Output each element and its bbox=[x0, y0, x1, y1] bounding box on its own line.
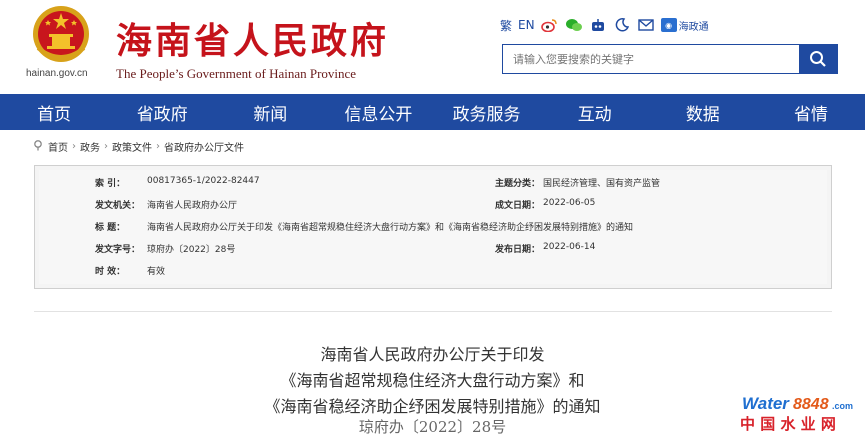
site-domain: hainan.gov.cn bbox=[26, 68, 88, 79]
watermark-brand-a: Water bbox=[742, 394, 790, 413]
hzt-icon: ◉ bbox=[660, 18, 677, 32]
breadcrumb-separator: › bbox=[104, 140, 108, 152]
site-logo-subtitle: The People’s Government of Hainan Provin… bbox=[116, 66, 357, 81]
moon-icon[interactable] bbox=[613, 16, 631, 34]
nav-item-services[interactable]: 政务服务 bbox=[433, 94, 541, 130]
article-title-line-1: 海南省人民政府办公厅关于印发 bbox=[320, 345, 545, 364]
breadcrumb-policy-docs[interactable]: 政策文件 bbox=[112, 139, 152, 154]
content-divider bbox=[34, 311, 832, 312]
watermark-brand-c: .com bbox=[832, 401, 853, 411]
breadcrumb-affairs[interactable]: 政务 bbox=[80, 139, 100, 154]
doc-number-value: 琼府办〔2022〕28号 bbox=[147, 245, 236, 255]
document-info-panel: 索 引： 00817365-1/2022-82447 主题分类： 国民经济管理、… bbox=[34, 165, 832, 289]
nav-item-interaction[interactable]: 互动 bbox=[541, 94, 649, 130]
breadcrumb-home[interactable]: 首页 bbox=[48, 139, 68, 154]
search-box bbox=[502, 44, 838, 74]
validity-label: 时 效： bbox=[95, 267, 126, 277]
hzt-label: 海政通 bbox=[678, 21, 709, 33]
issuer-label: 发文机关： bbox=[95, 201, 141, 211]
breadcrumb-separator: › bbox=[72, 140, 76, 152]
info-row-title: 标 题： 海南省人民政府办公厅关于印发《海南省超常规稳住经济大盘行动方案》和《海… bbox=[39, 220, 827, 236]
search-input[interactable] bbox=[503, 45, 799, 73]
category-value: 国民经济管理、国有资产监管 bbox=[543, 179, 661, 189]
info-row-validity: 时 效： 有效 bbox=[39, 264, 827, 280]
title-value: 海南省人民政府办公厅关于印发《海南省超常规稳住经济大盘行动方案》和《海南省稳经济… bbox=[147, 223, 634, 233]
created-date-label: 成文日期： bbox=[495, 201, 541, 211]
header-toolbar: 繁 EN ◉ 海政通 bbox=[500, 15, 709, 35]
robot-icon[interactable] bbox=[589, 16, 607, 34]
mail-icon[interactable] bbox=[637, 16, 655, 34]
validity-value: 有效 bbox=[147, 267, 166, 277]
wechat-icon[interactable] bbox=[565, 16, 583, 34]
watermark-logo: Water 8848 .com 中 国 水 业 网 bbox=[740, 392, 860, 434]
published-date-label: 发布日期： bbox=[495, 245, 541, 255]
traditional-chinese-link[interactable]: 繁 bbox=[500, 16, 512, 34]
nav-item-news[interactable]: 新闻 bbox=[216, 94, 324, 130]
info-row-issuer: 发文机关： 海南省人民政府办公厅 成文日期： 2022-06-05 bbox=[39, 198, 827, 214]
search-icon bbox=[810, 51, 826, 67]
breadcrumb-office-docs[interactable]: 省政府办公厅文件 bbox=[164, 139, 244, 154]
english-link[interactable]: EN bbox=[518, 16, 535, 34]
nav-item-province-info[interactable]: 省情 bbox=[757, 94, 865, 130]
nav-item-data[interactable]: 数据 bbox=[649, 94, 757, 130]
article-doc-number: 琼府办〔2022〕28号 bbox=[358, 418, 507, 436]
national-emblem-icon[interactable] bbox=[28, 4, 94, 66]
watermark-cn: 中 国 水 业 网 bbox=[740, 415, 836, 433]
nav-item-government[interactable]: 省政府 bbox=[108, 94, 216, 130]
category-label: 主题分类： bbox=[495, 179, 541, 189]
breadcrumb: 首页 › 政务 › 政策文件 › 省政府办公厅文件 bbox=[32, 138, 244, 154]
info-row-docno: 发文字号： 琼府办〔2022〕28号 发布日期： 2022-06-14 bbox=[39, 242, 827, 258]
title-label: 标 题： bbox=[95, 223, 126, 233]
watermark-brand-b: 8848 bbox=[793, 396, 829, 413]
home-icon[interactable] bbox=[32, 139, 44, 154]
weibo-icon[interactable] bbox=[541, 16, 559, 34]
doc-number-label: 发文字号： bbox=[95, 245, 141, 255]
published-date-value: 2022-06-14 bbox=[543, 242, 596, 252]
breadcrumb-separator: › bbox=[156, 140, 160, 152]
site-logo-title[interactable]: 海南省人民政府 bbox=[116, 12, 389, 64]
nav-item-info-disclosure[interactable]: 信息公开 bbox=[324, 94, 432, 130]
article-title-line-2: 《海南省超常规稳住经济大盘行动方案》和 bbox=[280, 371, 585, 390]
main-nav: 首页 省政府 新闻 信息公开 政务服务 互动 数据 省情 bbox=[0, 94, 865, 130]
site-header: hainan.gov.cn 海南省人民政府 The People’s Gover… bbox=[0, 0, 865, 94]
info-row-index: 索 引： 00817365-1/2022-82447 主题分类： 国民经济管理、… bbox=[39, 176, 827, 192]
created-date-value: 2022-06-05 bbox=[543, 198, 596, 208]
article-title-line-3: 《海南省稳经济助企纾困发展特别措施》的通知 bbox=[264, 397, 601, 416]
nav-item-home[interactable]: 首页 bbox=[0, 94, 108, 130]
index-label: 索 引： bbox=[95, 179, 126, 189]
search-button[interactable] bbox=[799, 45, 837, 73]
issuer-value: 海南省人民政府办公厅 bbox=[147, 201, 238, 211]
hzt-app-link[interactable]: ◉ 海政通 bbox=[660, 18, 709, 33]
index-value: 00817365-1/2022-82447 bbox=[147, 176, 260, 186]
